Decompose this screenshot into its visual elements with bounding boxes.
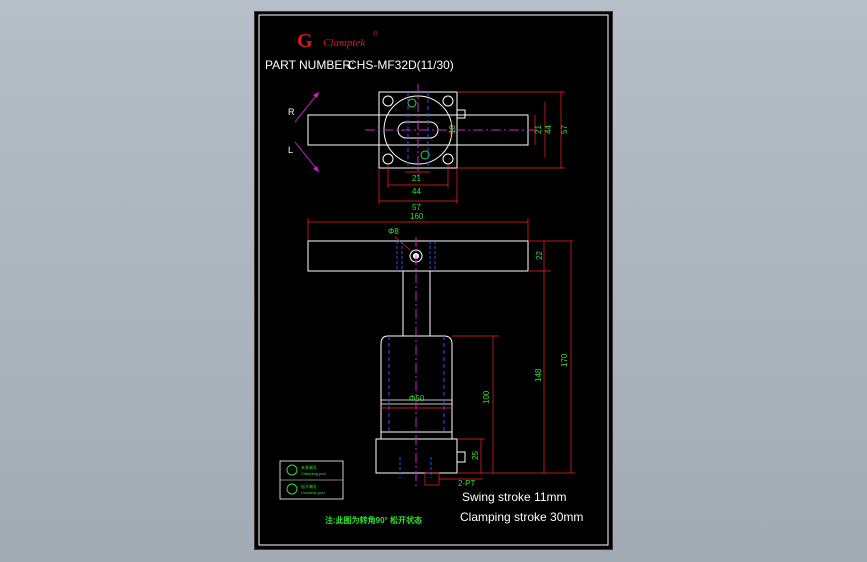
logo-text: Clamptek	[323, 37, 366, 49]
dim-160: 160	[410, 212, 424, 221]
top-view: R L 10 21 44 57 21 44 57	[288, 84, 569, 212]
body-diameter-label: Φ50	[409, 394, 425, 403]
dim-44-horizontal: 44	[412, 187, 421, 196]
dim-44-vertical: 44	[544, 125, 553, 134]
legend-clamp-en: Clamping port	[301, 471, 327, 476]
drawing-canvas: G Clamptek ® PART NUMBER: CHS-MF32D(11/3…	[258, 14, 609, 546]
dim-57-horizontal: 57	[412, 203, 421, 212]
dim-148: 148	[534, 368, 543, 382]
swing-stroke-text: Swing stroke 11mm	[462, 490, 566, 504]
logo-letter: G	[297, 30, 313, 52]
port-legend: 夹紧端孔 Clamping port 松开端孔 Unclamp port	[279, 460, 344, 500]
dim-170: 170	[560, 353, 569, 367]
side-view: 160 Φ8 Φ50 2-PT 22 170 148 100 25	[307, 212, 575, 488]
clamping-port-icon	[286, 464, 298, 476]
unclamp-port-icon	[286, 483, 298, 495]
legend-clamp-cn: 夹紧端孔	[301, 464, 317, 470]
rotation-right-label: R	[288, 107, 295, 117]
legend-unclamp-cn: 松开端孔	[301, 483, 317, 489]
company-logo: G Clamptek ®	[297, 30, 379, 52]
drawing-sheet: G Clamptek ® PART NUMBER: CHS-MF32D(11/3…	[254, 11, 613, 550]
part-number-label: PART NUMBER:	[265, 58, 354, 72]
port-label: 2-PT	[458, 479, 475, 488]
drawing-note: 注:此图为转角90° 松开状态	[325, 515, 422, 525]
cad-viewport[interactable]: G Clamptek ® PART NUMBER: CHS-MF32D(11/3…	[0, 0, 867, 562]
dim-21-horizontal: 21	[412, 174, 421, 183]
dim-100: 100	[482, 390, 491, 404]
dim-10: 10	[448, 125, 457, 134]
pin-diameter-label: Φ8	[388, 227, 399, 236]
dim-22: 22	[535, 251, 544, 260]
clamping-stroke-text: Clamping stroke 30mm	[460, 510, 583, 524]
dim-57-vertical: 57	[560, 125, 569, 134]
rotation-left-label: L	[288, 145, 293, 155]
logo-reg: ®	[373, 30, 379, 38]
dim-21-vertical: 21	[534, 125, 543, 134]
part-number-value: CHS-MF32D(11/30)	[348, 58, 454, 72]
legend-unclamp-en: Unclamp port	[301, 490, 326, 495]
dim-25: 25	[471, 451, 480, 460]
